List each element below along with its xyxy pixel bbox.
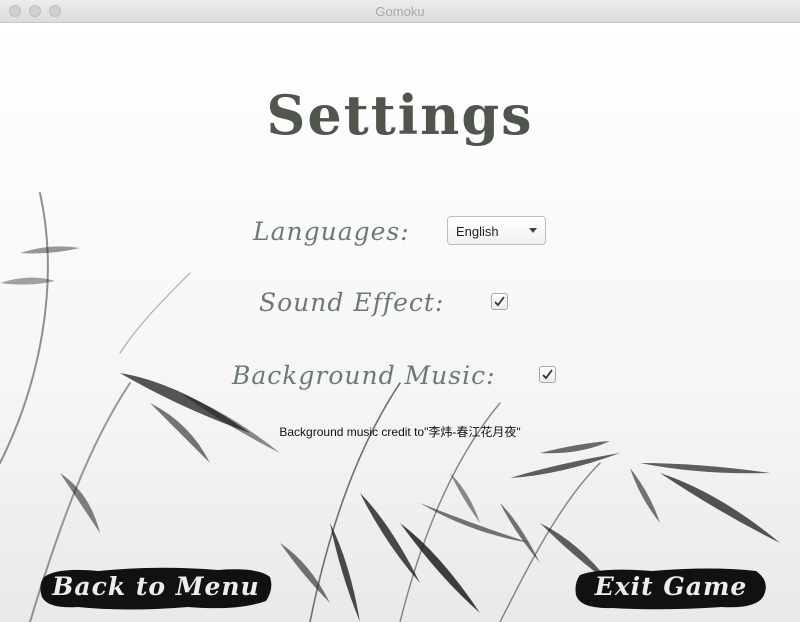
settings-screen: Settings Languages: English Sound Effect…: [0, 23, 800, 622]
settings-heading: Settings: [266, 83, 534, 147]
exit-game-label: Exit Game: [594, 572, 748, 601]
language-select[interactable]: English: [447, 216, 546, 245]
back-to-menu-label: Back to Menu: [52, 572, 260, 601]
exit-game-button[interactable]: Exit Game: [572, 563, 770, 613]
window-title: Gomoku: [375, 4, 425, 19]
sound-effect-checkbox[interactable]: [491, 293, 508, 310]
background-music-checkbox[interactable]: [539, 366, 556, 383]
check-icon: [542, 369, 553, 380]
sound-effect-label: Sound Effect:: [259, 288, 445, 317]
background-music-label: Background Music:: [232, 361, 496, 390]
back-to-menu-button[interactable]: Back to Menu: [38, 563, 274, 613]
window-titlebar: Gomoku: [0, 0, 800, 23]
chevron-down-icon: [529, 228, 537, 233]
music-credit-text: Background music credit to"李炜-春江花月夜": [279, 425, 521, 439]
check-icon: [494, 296, 505, 307]
language-select-value: English: [456, 224, 499, 239]
languages-label: Languages:: [253, 217, 410, 246]
